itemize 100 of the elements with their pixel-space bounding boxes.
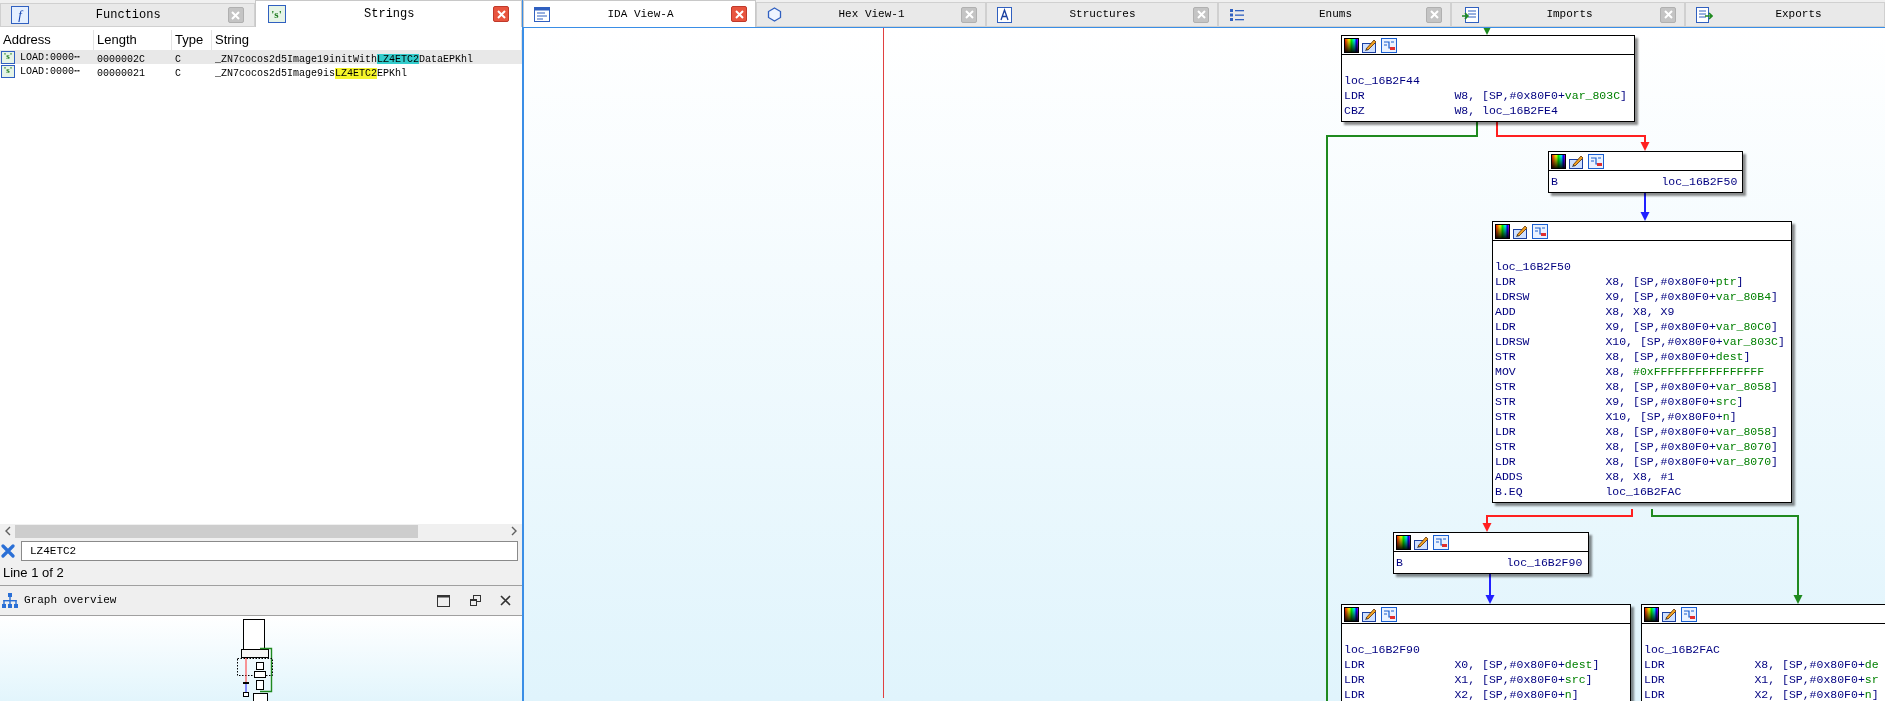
close-icon [496,9,506,19]
color-palette-icon[interactable] [1551,153,1566,169]
tab[interactable]: IDA View-A [523,0,756,27]
block-label[interactable]: loc_16B2F50 [1495,259,1789,274]
color-palette-icon[interactable] [1344,37,1359,53]
instruction-mnemonic: STR [1495,379,1517,394]
instruction-mnemonic: MOV [1495,364,1517,379]
instruction-operand: X2, [SP,#0x80F0+n] [1754,687,1879,701]
color-palette-icon[interactable] [1495,223,1510,239]
instruction-operand: X8, [SP,#0x80F0+var_8058] [1605,424,1778,439]
table-cell-text: LOAD:0000⋯ [20,50,81,65]
graph-node[interactable]: B loc_16B2F90 [1393,532,1589,574]
flowchart-icon[interactable] [1588,153,1604,169]
instruction-mnemonic: LDR [1644,672,1666,687]
instruction-mnemonic: CBZ [1344,103,1366,118]
flowchart-icon[interactable] [1381,37,1397,53]
instruction-operand: X10, [SP,#0x80F0+n] [1605,409,1737,424]
instruction-operand: X9, [SP,#0x80F0+src] [1605,394,1744,409]
graph-node[interactable] [1492,221,1792,503]
instruction-mnemonic: LDR [1495,454,1517,469]
instruction-mnemonic: STR [1495,349,1517,364]
instruction-mnemonic: LDR [1495,424,1517,439]
table-cell: C [175,54,181,65]
color-palette-icon[interactable] [1344,606,1359,622]
tab[interactable]: Enums [1218,2,1451,27]
tab-icon: f [11,6,29,24]
instruction-operand: X8, [SP,#0x80F0+dest] [1605,349,1751,364]
close-icon [1429,10,1439,19]
instruction-operand: X9, [SP,#0x80F0+var_80C0] [1605,319,1778,334]
instruction-mnemonic: B [1396,555,1404,570]
instruction-mnemonic: STR [1495,409,1517,424]
block-label[interactable]: loc_16B2F90 [1344,642,1628,657]
instruction-operand: X9, [SP,#0x80F0+var_80B4] [1605,289,1778,304]
graph-node[interactable]: loc_16B2FAC LDR X8, [SP,#0x80F0+de LDR X1, [SP,#0x80F0+sr LDR X2, [SP,#0x80F0+n] [1641,604,1885,701]
maximize-button[interactable] [435,592,451,609]
pencil-icon[interactable] [1414,534,1430,550]
scrollbar-thumb[interactable] [15,524,418,538]
table-cell-text: LOAD:0000⋯ [20,64,81,79]
flowchart-icon[interactable] [1681,606,1697,622]
flowchart-icon[interactable] [1532,223,1548,239]
graph-overview-drawing[interactable] [236,618,276,701]
instruction-mnemonic: LDR [1344,88,1366,103]
tab[interactable]: Structures [986,2,1218,27]
instruction-operand: X8, [SP,#0x80F0+ptr] [1605,274,1744,289]
instruction-operand: X8, [SP,#0x80F0+var_8070] [1605,439,1778,454]
chevron-right-icon [511,526,518,536]
flowchart-icon[interactable] [1433,534,1449,550]
color-palette-icon[interactable] [1644,606,1659,622]
pencil-icon[interactable] [1662,606,1678,622]
table-cell: C [175,68,181,79]
panel-title: Graph overview [24,593,117,609]
instruction-operand: X8, [SP,#0x80F0+var_8058] [1605,379,1778,394]
close-icon [734,9,744,19]
list-icon [1229,7,1245,22]
instruction-operand: X8, [SP,#0x80F0+de [1754,657,1879,672]
close-button[interactable] [493,6,509,22]
status-text: Line 1 of 2 [3,564,64,583]
instruction-operand: loc_16B2FAC [1605,484,1682,499]
close-button[interactable] [731,6,747,22]
string-icon: 's' [1,64,15,78]
chevron-left-icon [4,526,11,536]
block-label[interactable]: loc_16B2FAC [1644,642,1885,657]
instruction-mnemonic: ADD [1495,304,1517,319]
flowchart-icon[interactable] [1381,606,1397,622]
pencil-icon[interactable] [1362,606,1378,622]
instruction-mnemonic: LDRSW [1495,334,1531,349]
pencil-icon[interactable] [1569,153,1585,169]
instruction-mnemonic: LDRSW [1495,289,1531,304]
instruction-mnemonic: LDR [1644,687,1666,701]
tab[interactable]: Hex View-1 [756,2,986,27]
document-icon [997,6,1012,23]
close-icon[interactable] [1,543,15,558]
tab[interactable]: 's' Strings [254,0,522,27]
graph-node[interactable]: B loc_16B2F50 [1548,151,1743,193]
instruction-mnemonic: LDR [1495,274,1517,289]
graph-node[interactable]: loc_16B2F44 LDR W8, [SP,#0x80F0+var_803C] CBZ W8, loc_16B2FE4 [1341,35,1635,122]
import-icon [1462,6,1479,23]
instruction-operand: X0, [SP,#0x80F0+dest] [1454,657,1600,672]
instruction-operand: X8, #0xFFFFFFFFFFFFFFFF [1605,364,1765,379]
instruction-mnemonic: LDR [1344,672,1366,687]
tab[interactable]: Imports [1451,2,1685,27]
instruction-mnemonic: STR [1495,394,1517,409]
table-cell: 0000002C [97,54,145,65]
pencil-icon[interactable] [1362,37,1378,53]
graph-node[interactable]: loc_16B2F90 LDR X0, [SP,#0x80F0+dest] LDR X1, [SP,#0x80F0+src] LDR X2, [SP,#0x80F0+n] [1341,604,1631,701]
instruction-operand: X8, X8, #1 [1605,469,1675,484]
search-field[interactable]: LZ4ETC2 [21,540,518,561]
instruction-mnemonic: LDR [1495,319,1517,334]
tab[interactable]: f Functions [0,3,255,27]
instruction-operand: X1, [SP,#0x80F0+src] [1454,672,1593,687]
instruction-operand: loc_16B2F90 [1506,555,1583,570]
close-icon [964,10,974,19]
pencil-icon[interactable] [1513,223,1529,239]
instruction-mnemonic: B.EQ [1495,484,1524,499]
instruction-operand: loc_16B2F50 [1661,174,1738,189]
instruction-mnemonic: STR [1495,439,1517,454]
color-palette-icon[interactable] [1396,534,1411,550]
block-label[interactable]: loc_16B2F44 [1344,73,1632,88]
tab[interactable]: Exports [1685,2,1885,27]
restore-button[interactable] [467,592,483,609]
